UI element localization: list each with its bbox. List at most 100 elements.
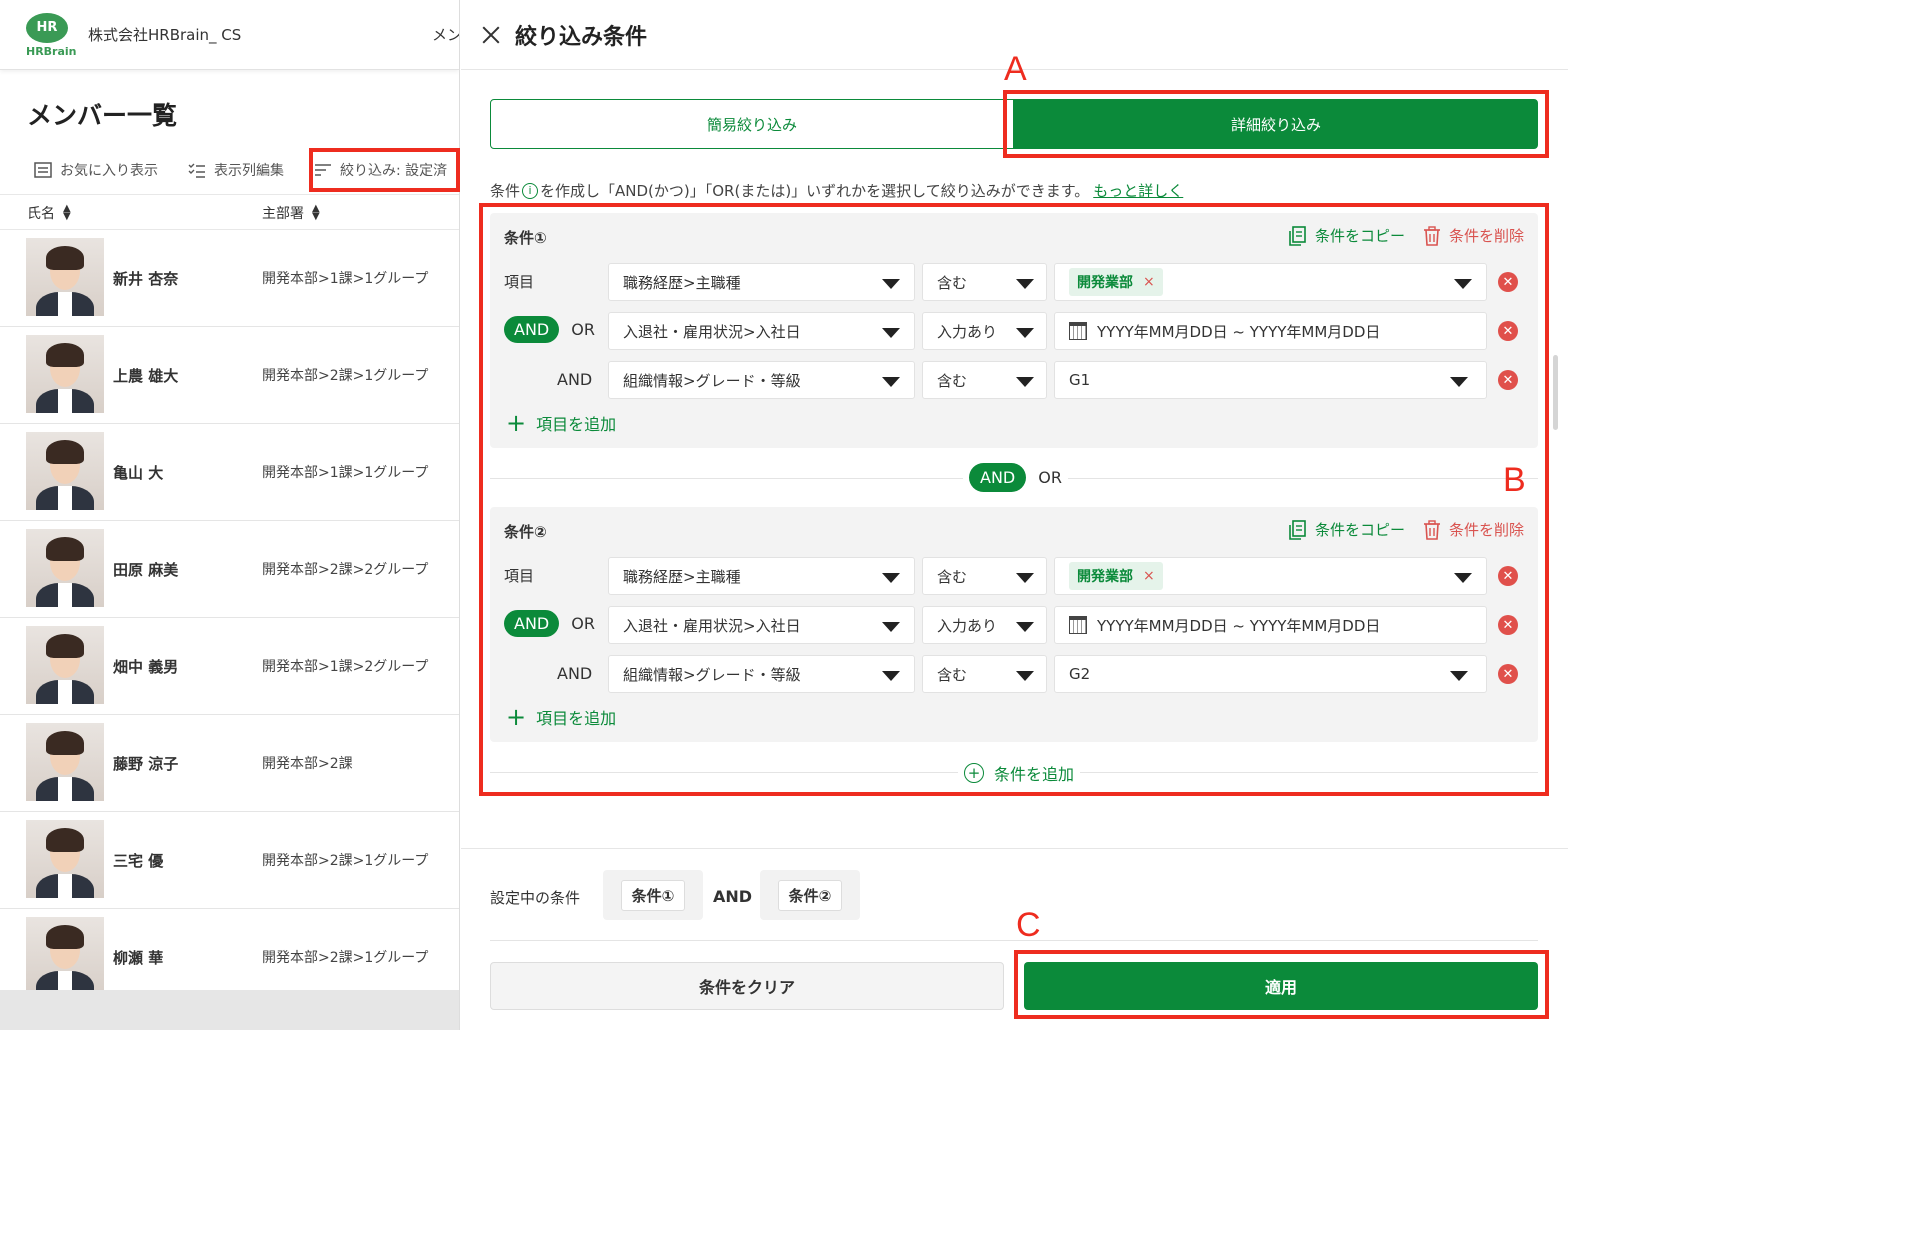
field-select[interactable]: 組織情報>グレード・等級 [608, 361, 915, 399]
add-condition-button[interactable]: + 条件を追加 [958, 761, 1081, 785]
close-icon[interactable] [479, 23, 503, 47]
joiner-and-toggle[interactable]: AND [969, 463, 1027, 492]
operator-select[interactable]: 含む [922, 655, 1047, 693]
operator-value: 含む [937, 567, 968, 586]
avatar [26, 723, 104, 801]
value-select[interactable]: G1 [1054, 361, 1487, 399]
field-select[interactable]: 組織情報>グレード・等級 [608, 655, 915, 693]
clear-conditions-button[interactable]: 条件をクリア [490, 962, 1004, 1010]
favorites-button[interactable]: お気に入り表示 [34, 160, 158, 180]
operator-select[interactable]: 入力あり [922, 606, 1047, 644]
value-select[interactable]: G2 [1054, 655, 1487, 693]
field-select[interactable]: 職務経歴>主職種 [608, 557, 915, 595]
filter-button[interactable]: 絞り込み: 設定済 [314, 160, 447, 180]
date-range-value: YYYY年MM月DD日 ~ YYYY年MM月DD日 [1097, 616, 1381, 635]
member-name[interactable]: 田原 麻美 [113, 559, 178, 580]
tab-simple-filter[interactable]: 簡易絞り込み [490, 99, 1014, 149]
current-condition-tag-2[interactable]: 条件② [760, 870, 860, 920]
remove-row-icon[interactable]: ✕ [1498, 566, 1518, 586]
avatar [26, 917, 104, 995]
scrollbar-thumb[interactable] [1553, 355, 1558, 430]
delete-condition-button[interactable]: 条件を削除 [1423, 519, 1524, 540]
edit-columns-button[interactable]: 表示列編集 [188, 160, 284, 180]
filter-hint: 条件 i を作成し「AND(かつ)」「OR(または)」いずれかを選択して絞り込み… [490, 180, 1183, 201]
member-name[interactable]: 柳瀬 華 [113, 947, 163, 968]
member-row[interactable]: 田原 麻美 開発本部>2課>2グループ [0, 521, 459, 618]
condition-row: AND 組織情報>グレード・等級 含む G2 ✕ [490, 655, 1538, 693]
operator-select[interactable]: 含む [922, 263, 1047, 301]
copy-condition-button[interactable]: 条件をコピー [1289, 225, 1405, 246]
current-condition-tag-1[interactable]: 条件① [603, 870, 703, 920]
member-row[interactable]: 畑中 義男 開発本部>1課>2グループ [0, 618, 459, 715]
avatar-hair [46, 537, 84, 561]
chip-remove-icon[interactable]: × [1143, 568, 1155, 584]
circle-plus-icon: + [964, 763, 984, 783]
member-name[interactable]: 亀山 大 [113, 462, 163, 483]
and-toggle[interactable]: AND [504, 610, 560, 637]
remove-row-icon[interactable]: ✕ [1498, 664, 1518, 684]
member-name[interactable]: 畑中 義男 [113, 656, 178, 677]
topbar-menu-truncated[interactable]: メン [432, 24, 459, 45]
operator-select[interactable]: 入力あり [922, 312, 1047, 350]
chevron-down-icon [1450, 671, 1468, 681]
operator-value: 含む [937, 273, 968, 292]
page-title: メンバー一覧 [27, 101, 178, 130]
current-conditions-label: 設定中の条件 [490, 889, 581, 907]
condition-block: 条件① 条件をコピー 条件を削除 項目 職務経歴>主職種 含む 開発業部 × ✕ AND OR 入退社… [490, 213, 1538, 448]
or-toggle[interactable]: OR [571, 320, 595, 339]
left-pane-bottom [0, 990, 459, 1030]
filter-panel: 絞り込み条件 簡易絞り込み 詳細絞り込み 条件 i を作成し「AND(かつ)」「… [461, 0, 1568, 1030]
member-row[interactable]: 新井 杏奈 開発本部>1課>1グループ [0, 230, 459, 327]
annotation-b: B [1503, 461, 1526, 499]
value-select[interactable]: YYYY年MM月DD日 ~ YYYY年MM月DD日 [1054, 312, 1487, 350]
remove-row-icon[interactable]: ✕ [1498, 272, 1518, 292]
member-name[interactable]: 新井 杏奈 [113, 268, 178, 289]
member-dept: 開発本部>1課>1グループ [262, 271, 429, 287]
value-select[interactable]: 開発業部 × [1054, 557, 1487, 595]
name-column-header[interactable]: 氏名 ▲ ▼ [27, 203, 71, 223]
member-row[interactable]: 藤野 涼子 開発本部>2課 [0, 715, 459, 812]
value-text: G2 [1069, 665, 1091, 683]
member-name[interactable]: 上農 雄大 [113, 365, 178, 386]
chevron-down-icon [1016, 377, 1034, 387]
add-item-button[interactable]: + 項目を追加 [506, 411, 616, 435]
member-name[interactable]: 藤野 涼子 [113, 753, 178, 774]
delete-label: 条件を削除 [1448, 521, 1524, 539]
field-select[interactable]: 入退社・雇用状況>入社日 [608, 312, 915, 350]
joiner-or-toggle[interactable]: OR [1038, 468, 1062, 487]
add-item-label: 項目を追加 [536, 709, 617, 728]
remove-row-icon[interactable]: ✕ [1498, 370, 1518, 390]
hrbrain-logo[interactable]: HR HRBrain [26, 12, 77, 58]
value-select[interactable]: 開発業部 × [1054, 263, 1487, 301]
copy-label: 条件をコピー [1314, 521, 1405, 539]
tag-label: 条件① [620, 879, 686, 911]
operator-select[interactable]: 含む [922, 361, 1047, 399]
tab-detail-filter[interactable]: 詳細絞り込み [1014, 99, 1538, 149]
info-icon[interactable]: i [522, 182, 539, 199]
logo-wordmark: HRBrain [26, 44, 77, 58]
filter-mode-tabs: 簡易絞り込み 詳細絞り込み [490, 99, 1538, 149]
copy-condition-button[interactable]: 条件をコピー [1289, 519, 1405, 540]
operator-select[interactable]: 含む [922, 557, 1047, 595]
member-row[interactable]: 上農 雄大 開発本部>2課>1グループ [0, 327, 459, 424]
dept-column-header[interactable]: 主部署 ▲ ▼ [262, 203, 320, 223]
chip-remove-icon[interactable]: × [1143, 274, 1155, 290]
field-select[interactable]: 職務経歴>主職種 [608, 263, 915, 301]
member-row[interactable]: 三宅 優 開発本部>2課>1グループ [0, 812, 459, 909]
add-item-button[interactable]: + 項目を追加 [506, 705, 616, 729]
value-select[interactable]: YYYY年MM月DD日 ~ YYYY年MM月DD日 [1054, 606, 1487, 644]
learn-more-link[interactable]: もっと詳しく [1093, 180, 1183, 201]
remove-row-icon[interactable]: ✕ [1498, 321, 1518, 341]
field-select[interactable]: 入退社・雇用状況>入社日 [608, 606, 915, 644]
or-toggle[interactable]: OR [571, 614, 595, 633]
chevron-down-icon [1016, 328, 1034, 338]
member-row[interactable]: 亀山 大 開発本部>1課>1グループ [0, 424, 459, 521]
remove-row-icon[interactable]: ✕ [1498, 615, 1518, 635]
member-name[interactable]: 三宅 優 [113, 850, 163, 871]
apply-button[interactable]: 適用 [1024, 962, 1538, 1010]
delete-condition-button[interactable]: 条件を削除 [1423, 225, 1524, 246]
condition-row: AND OR 入退社・雇用状況>入社日 入力あり YYYY年MM月DD日 ~ YYYY年… [490, 312, 1538, 350]
and-toggle[interactable]: AND [504, 316, 560, 343]
chevron-down-icon [882, 622, 900, 632]
avatar-shirt [58, 680, 72, 704]
